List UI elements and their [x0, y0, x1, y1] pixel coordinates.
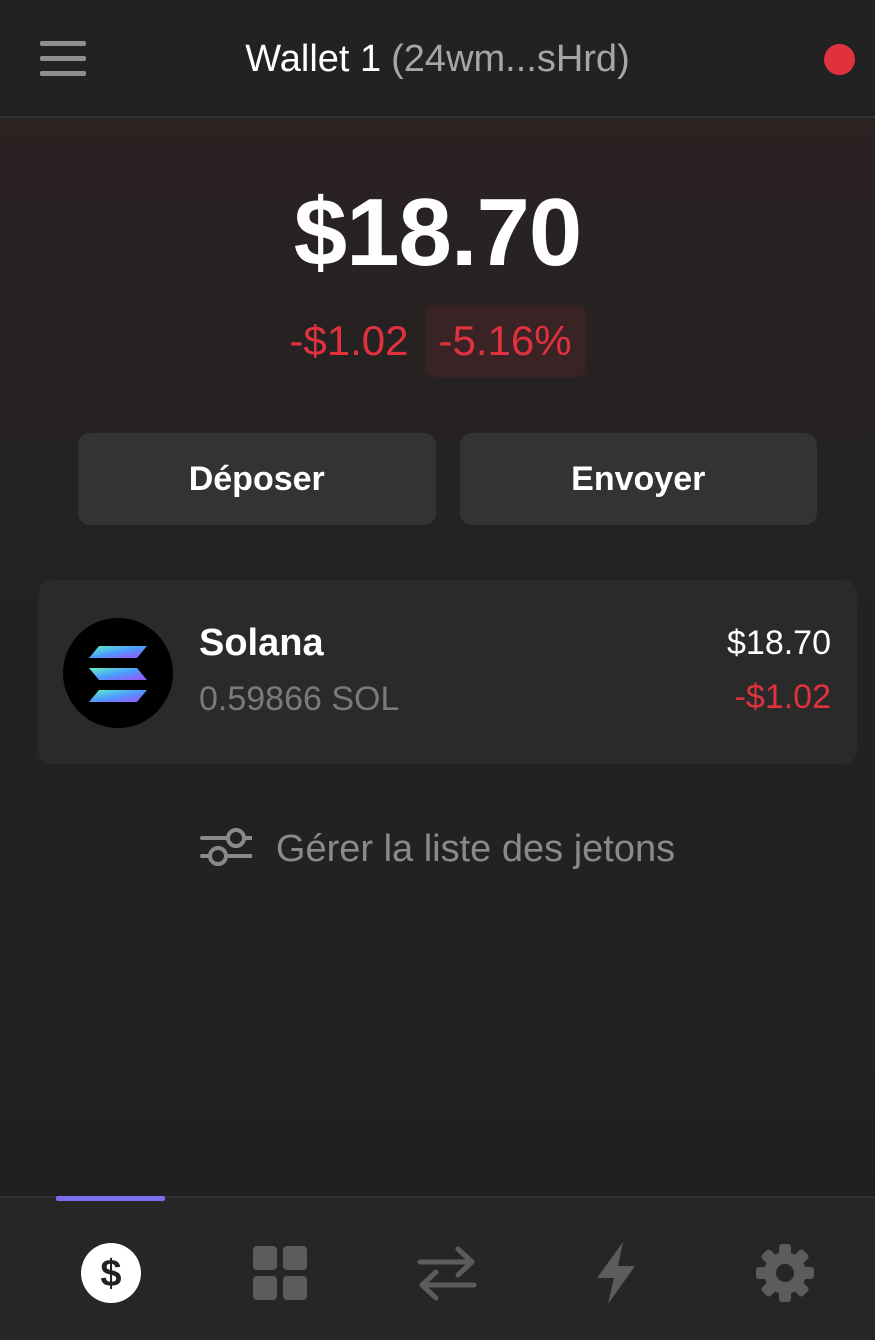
manage-token-list-label: Gérer la liste des jetons [275, 827, 676, 870]
token-value: $18.70 [727, 624, 831, 662]
wallet-name[interactable]: Wallet 1 [245, 38, 381, 80]
connection-status-dot [824, 44, 855, 75]
sliders-icon [199, 825, 254, 874]
token-amount: 0.59866 SOL [199, 680, 400, 718]
send-button[interactable]: Envoyer [459, 433, 817, 525]
dollar-icon: $ [80, 1242, 142, 1309]
tab-settings[interactable] [752, 1242, 818, 1308]
tab-activity[interactable] [583, 1241, 649, 1309]
gear-icon [755, 1243, 815, 1308]
balance-change: -$1.02 -5.16% [0, 304, 875, 378]
manage-token-list-button[interactable]: Gérer la liste des jetons [0, 824, 875, 874]
lightning-icon [595, 1241, 637, 1309]
deposit-button[interactable]: Déposer [78, 433, 436, 525]
wallet-address[interactable]: (24wm...sHrd) [391, 38, 630, 80]
token-change: -$1.02 [734, 678, 831, 716]
balance-change-amount: -$1.02 [289, 317, 409, 364]
tab-swap[interactable] [414, 1242, 480, 1308]
svg-text:$: $ [100, 1253, 121, 1295]
tab-tokens[interactable]: $ [78, 1242, 144, 1308]
action-buttons: Déposer Envoyer [78, 433, 817, 525]
solana-logo-icon [63, 618, 173, 728]
token-name: Solana [199, 622, 324, 664]
main-content: $18.70 -$1.02 -5.16% Déposer Envoyer Sol… [0, 118, 875, 1196]
swap-arrows-icon [416, 1244, 478, 1307]
bottom-tab-bar: $ [0, 1196, 875, 1340]
token-row-solana[interactable]: Solana 0.59866 SOL $18.70 -$1.02 [38, 580, 857, 764]
wallet-selector[interactable]: Wallet 1 (24wm...sHrd) [0, 36, 875, 82]
app-header: Wallet 1 (24wm...sHrd) [0, 0, 875, 118]
grid-icon [251, 1244, 309, 1307]
active-tab-indicator [56, 1196, 165, 1201]
total-balance: $18.70 [293, 179, 583, 286]
balance-change-percent-badge: -5.16% [424, 305, 586, 377]
tab-collectibles[interactable] [247, 1242, 313, 1308]
